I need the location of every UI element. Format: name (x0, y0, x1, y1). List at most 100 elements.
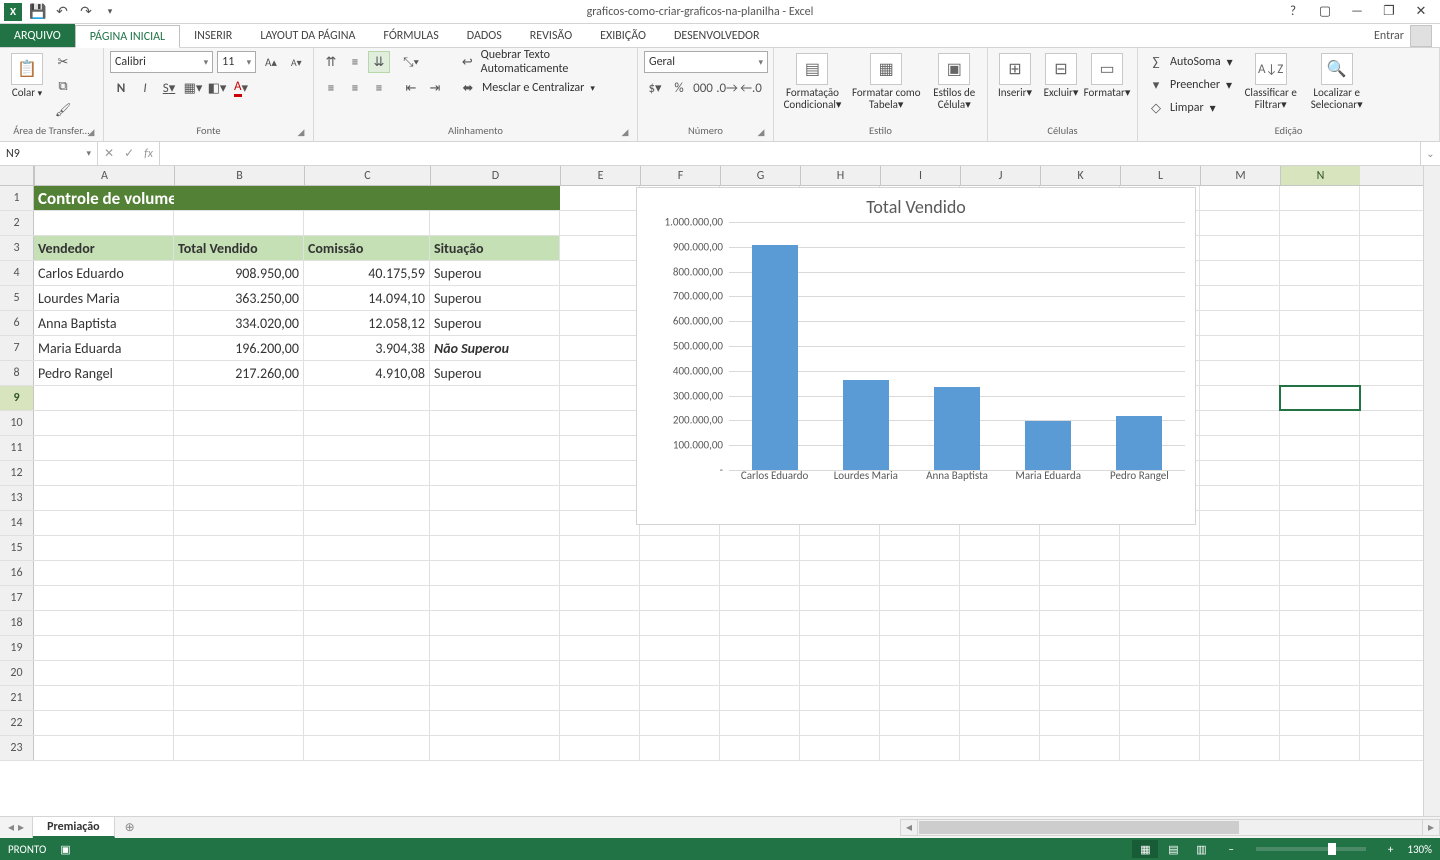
cell[interactable]: Comissão (304, 236, 430, 260)
sort-filter-button[interactable]: A↓ZClassificar e Filtrar▾ (1241, 51, 1301, 111)
align-top-icon[interactable]: ⇈ (320, 51, 342, 73)
cell[interactable]: 363.250,00 (174, 286, 304, 310)
align-right-icon[interactable]: ≡ (368, 77, 390, 99)
dialog-launcher-icon[interactable]: ◢ (755, 127, 767, 139)
chart-bar[interactable] (1116, 416, 1162, 470)
fx-icon[interactable]: fx (144, 147, 153, 161)
cell[interactable] (430, 611, 560, 635)
column-header-E[interactable]: E (560, 166, 640, 185)
cell[interactable] (800, 561, 880, 585)
active-cell[interactable] (1280, 386, 1360, 410)
cell[interactable] (1280, 186, 1360, 210)
cell[interactable] (640, 736, 720, 760)
column-header-J[interactable]: J (960, 166, 1040, 185)
zoom-level[interactable]: 130% (1407, 843, 1432, 856)
cell[interactable]: Situação (430, 236, 560, 260)
macro-record-icon[interactable]: ▣ (60, 843, 70, 856)
format-painter-icon[interactable]: 🖌 (52, 99, 74, 121)
cell[interactable] (1280, 311, 1360, 335)
italic-button[interactable]: I (134, 77, 156, 99)
cell[interactable] (1200, 586, 1280, 610)
cell[interactable] (1280, 261, 1360, 285)
cell[interactable] (1040, 661, 1120, 685)
cell[interactable] (560, 611, 640, 635)
cell[interactable]: Superou (430, 311, 560, 335)
cell[interactable] (560, 336, 640, 360)
column-header-I[interactable]: I (880, 166, 960, 185)
cell[interactable] (1200, 686, 1280, 710)
cell[interactable] (960, 536, 1040, 560)
cell[interactable] (1280, 561, 1360, 585)
cell[interactable] (34, 461, 174, 485)
cell[interactable] (1280, 486, 1360, 510)
cell[interactable] (1280, 661, 1360, 685)
cell[interactable] (174, 736, 304, 760)
cell[interactable] (800, 661, 880, 685)
cell[interactable] (800, 536, 880, 560)
cell[interactable] (430, 411, 560, 435)
sheet-nav-next-icon[interactable]: ▸ (18, 820, 24, 835)
cell[interactable] (430, 511, 560, 535)
cell[interactable] (304, 536, 430, 560)
cell[interactable] (1200, 286, 1280, 310)
cell[interactable] (960, 636, 1040, 660)
select-all-corner[interactable] (0, 166, 34, 186)
autosum-button[interactable]: ∑AutoSoma ▾ (1144, 51, 1237, 73)
cell[interactable] (304, 461, 430, 485)
cell[interactable] (174, 536, 304, 560)
cell[interactable] (1120, 536, 1200, 560)
decrease-indent-icon[interactable]: ⇤ (400, 77, 422, 99)
column-header-H[interactable]: H (800, 166, 880, 185)
find-select-button[interactable]: 🔍Localizar e Selecionar▾ (1305, 51, 1369, 111)
cell[interactable] (430, 711, 560, 735)
embedded-chart[interactable]: Total Vendido -100.000,00200.000,00300.0… (636, 187, 1196, 525)
cell[interactable] (1040, 611, 1120, 635)
cell[interactable] (560, 236, 640, 260)
cell[interactable]: 908.950,00 (174, 261, 304, 285)
cell[interactable]: Lourdes Maria (34, 286, 174, 310)
cell[interactable] (1120, 686, 1200, 710)
cell[interactable] (34, 711, 174, 735)
cell[interactable] (1280, 411, 1360, 435)
cell[interactable] (430, 461, 560, 485)
cell[interactable] (560, 286, 640, 310)
cell[interactable]: Vendedor (34, 236, 174, 260)
cell[interactable]: Total Vendido (174, 236, 304, 260)
cell[interactable] (1280, 736, 1360, 760)
cell[interactable] (960, 711, 1040, 735)
cell[interactable] (880, 636, 960, 660)
cell[interactable]: 12.058,12 (304, 311, 430, 335)
row-header[interactable]: 8 (0, 361, 34, 385)
align-left-icon[interactable]: ≡ (320, 77, 342, 99)
row-header[interactable]: 23 (0, 736, 34, 760)
cell[interactable] (1200, 336, 1280, 360)
row-header[interactable]: 14 (0, 511, 34, 535)
cell[interactable] (174, 411, 304, 435)
cell[interactable] (1200, 736, 1280, 760)
insert-cells-button[interactable]: ⊞Inserir▾ (994, 51, 1036, 99)
cell[interactable] (800, 736, 880, 760)
cell[interactable] (1200, 311, 1280, 335)
cell[interactable]: Anna Baptista (34, 311, 174, 335)
cell[interactable] (880, 611, 960, 635)
column-header-C[interactable]: C (304, 166, 430, 185)
cell[interactable] (960, 611, 1040, 635)
cell[interactable] (720, 536, 800, 560)
cut-icon[interactable]: ✂ (52, 51, 74, 73)
cell[interactable] (304, 736, 430, 760)
cell[interactable]: 14.094,10 (304, 286, 430, 310)
cell[interactable] (640, 561, 720, 585)
cell[interactable] (560, 511, 640, 535)
cell[interactable] (1200, 186, 1280, 210)
cell[interactable]: Superou (430, 261, 560, 285)
cell[interactable]: Superou (430, 286, 560, 310)
cell[interactable] (560, 361, 640, 385)
cell[interactable] (34, 561, 174, 585)
align-middle-icon[interactable]: ≡ (344, 51, 366, 73)
cell[interactable] (1040, 536, 1120, 560)
cell[interactable] (960, 561, 1040, 585)
row-header[interactable]: 5 (0, 286, 34, 310)
new-sheet-button[interactable]: ⊕ (115, 817, 145, 838)
cell[interactable] (430, 586, 560, 610)
tab-revis-o[interactable]: REVISÃO (516, 24, 586, 47)
